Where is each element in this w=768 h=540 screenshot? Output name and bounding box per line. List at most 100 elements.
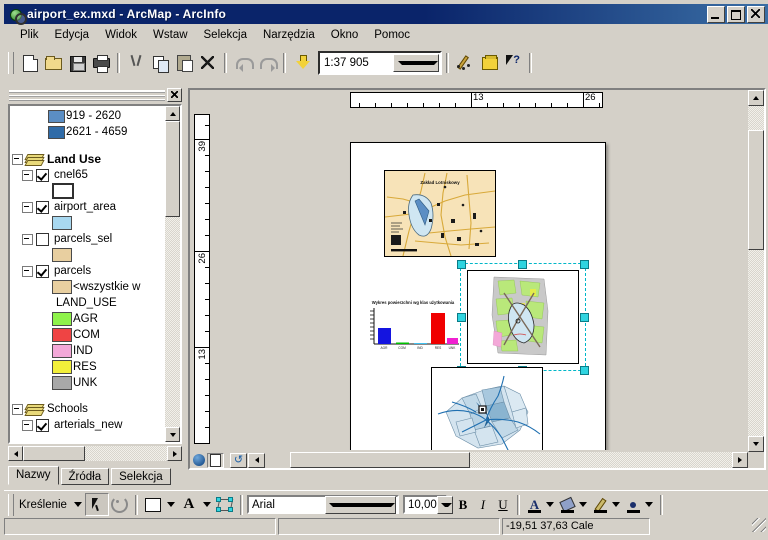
cut-scissors-icon[interactable] [124, 51, 148, 74]
fill-color-button[interactable] [559, 496, 590, 514]
minimize-button[interactable] [707, 5, 725, 23]
landuse-bar-chart[interactable]: Wykres powierzchni wg klas użytkowania A… [359, 294, 463, 356]
toc-horizontal-scrollbar[interactable] [8, 446, 182, 461]
chevron-down-icon[interactable] [166, 502, 175, 507]
copy-icon[interactable] [148, 51, 172, 74]
menu-selekcja[interactable]: Selekcja [196, 27, 255, 43]
layer-visibility-checkbox[interactable] [36, 232, 49, 246]
toc-group-land-use[interactable]: Land Use [12, 151, 167, 167]
tab-zrodla[interactable]: Źródła [60, 468, 110, 485]
drawbar-grip[interactable] [8, 493, 14, 516]
menu-okno[interactable]: Okno [323, 27, 367, 43]
layer-visibility-checkbox[interactable] [36, 418, 49, 432]
font-family-combo[interactable]: Arial [246, 495, 399, 514]
map-scale-combo[interactable]: 1:37 905 [318, 50, 442, 75]
layer-visibility-checkbox[interactable] [36, 168, 49, 182]
marker-color-button[interactable] [625, 496, 656, 514]
scroll-left-arrow[interactable] [8, 446, 23, 461]
print-icon[interactable] [89, 51, 113, 74]
toolbar-grip[interactable] [8, 51, 14, 74]
editor-tool-icon[interactable] [453, 51, 477, 74]
toc-drag-grip[interactable] [9, 89, 165, 101]
selection-handle-ne[interactable] [580, 260, 589, 269]
chevron-down-icon[interactable] [578, 502, 587, 507]
scroll-right-arrow[interactable] [167, 446, 182, 461]
layout-page-area[interactable]: Zakład Lotniskowy Wykres powierzchni wg … [212, 114, 747, 450]
maximize-button[interactable] [727, 5, 745, 23]
expander-minus-icon[interactable] [22, 169, 33, 181]
selection-handle-nw[interactable] [457, 260, 466, 269]
toc-group-schools[interactable]: Schools [12, 401, 167, 417]
menu-wstaw[interactable]: Wstaw [145, 27, 196, 43]
scroll-right-arrow[interactable] [732, 452, 748, 468]
expander-minus-icon[interactable] [22, 265, 33, 277]
menu-edycja[interactable]: Edycja [47, 27, 98, 43]
tab-nazwy[interactable]: Nazwy [8, 466, 59, 485]
underline-button[interactable]: U [493, 495, 513, 515]
context-help-icon[interactable]: ? [501, 51, 525, 74]
menu-widok[interactable]: Widok [97, 27, 145, 43]
tab-selekcja[interactable]: Selekcja [111, 468, 171, 485]
chevron-down-icon[interactable] [644, 502, 653, 507]
paste-icon[interactable] [172, 51, 196, 74]
county-map-frame[interactable] [431, 367, 543, 450]
globe-view-icon[interactable] [193, 454, 205, 466]
undo-icon[interactable] [231, 51, 255, 74]
italic-button[interactable]: I [473, 495, 493, 515]
redo-icon[interactable] [255, 51, 279, 74]
resize-grip-icon[interactable] [752, 518, 767, 533]
layout-horizontal-scrollbar[interactable]: ↺ [190, 452, 748, 468]
expander-minus-icon[interactable] [12, 403, 23, 415]
expander-minus-icon[interactable] [22, 419, 33, 431]
toc-tree[interactable]: 919 - 2620 2621 - 4659 Land Use cnel65 a… [8, 104, 182, 444]
chevron-down-icon[interactable] [202, 502, 211, 507]
layout-view-icon[interactable] [207, 452, 224, 468]
toc-layer-parcels-sel[interactable]: parcels_sel [12, 231, 167, 247]
save-disk-icon[interactable] [65, 51, 89, 74]
toc-layer-parcels[interactable]: parcels [12, 263, 167, 279]
scroll-down-arrow[interactable] [165, 427, 180, 442]
selection-handle-e[interactable] [580, 313, 589, 322]
close-icon[interactable] [167, 88, 182, 102]
line-color-button[interactable] [592, 496, 623, 514]
expander-minus-icon[interactable] [22, 233, 33, 245]
scroll-up-arrow[interactable] [748, 90, 764, 106]
arctoolbox-icon[interactable] [477, 51, 501, 74]
expander-minus-icon[interactable] [12, 153, 23, 165]
new-document-icon[interactable] [17, 51, 41, 74]
menu-plik[interactable]: Plik [12, 27, 47, 43]
font-color-button[interactable]: A [526, 496, 557, 514]
group-icon[interactable] [214, 494, 236, 515]
chevron-down-icon[interactable] [611, 502, 620, 507]
layout-vertical-scrollbar[interactable] [748, 90, 764, 452]
rotate-icon[interactable] [109, 494, 131, 515]
rectangle-icon[interactable] [142, 494, 164, 515]
chevron-down-icon[interactable] [392, 53, 440, 72]
expander-minus-icon[interactable] [22, 201, 33, 213]
menu-narzedzia[interactable]: Narzędzia [255, 27, 323, 43]
layer-visibility-checkbox[interactable] [36, 200, 49, 214]
layer-visibility-checkbox[interactable] [36, 264, 49, 278]
scrollbar-thumb[interactable] [748, 130, 764, 250]
selection-handle-w[interactable] [457, 313, 466, 322]
refresh-icon[interactable]: ↺ [230, 452, 247, 468]
scroll-up-arrow[interactable] [165, 106, 180, 121]
pause-draw-icon[interactable] [248, 452, 265, 468]
toc-layer-cnel65[interactable]: cnel65 [12, 167, 167, 183]
open-folder-icon[interactable] [41, 51, 65, 74]
chevron-down-icon[interactable] [324, 495, 396, 514]
close-button[interactable] [747, 5, 765, 23]
menu-pomoc[interactable]: Pomoc [366, 27, 418, 43]
overview-map-frame[interactable]: Zakład Lotniskowy [384, 170, 496, 257]
chevron-down-icon[interactable] [73, 502, 82, 507]
toc-vertical-scrollbar[interactable] [165, 106, 180, 442]
select-arrow-icon[interactable] [84, 493, 109, 516]
add-data-icon[interactable] [290, 51, 314, 74]
scrollbar-thumb[interactable] [290, 452, 470, 468]
scrollbar-thumb[interactable] [165, 121, 180, 217]
chevron-down-icon[interactable] [436, 495, 453, 514]
bold-button[interactable]: B [453, 495, 473, 515]
selection-handle-n[interactable] [518, 260, 527, 269]
scrollbar-thumb[interactable] [23, 446, 85, 461]
text-A-icon[interactable]: A [178, 494, 200, 515]
